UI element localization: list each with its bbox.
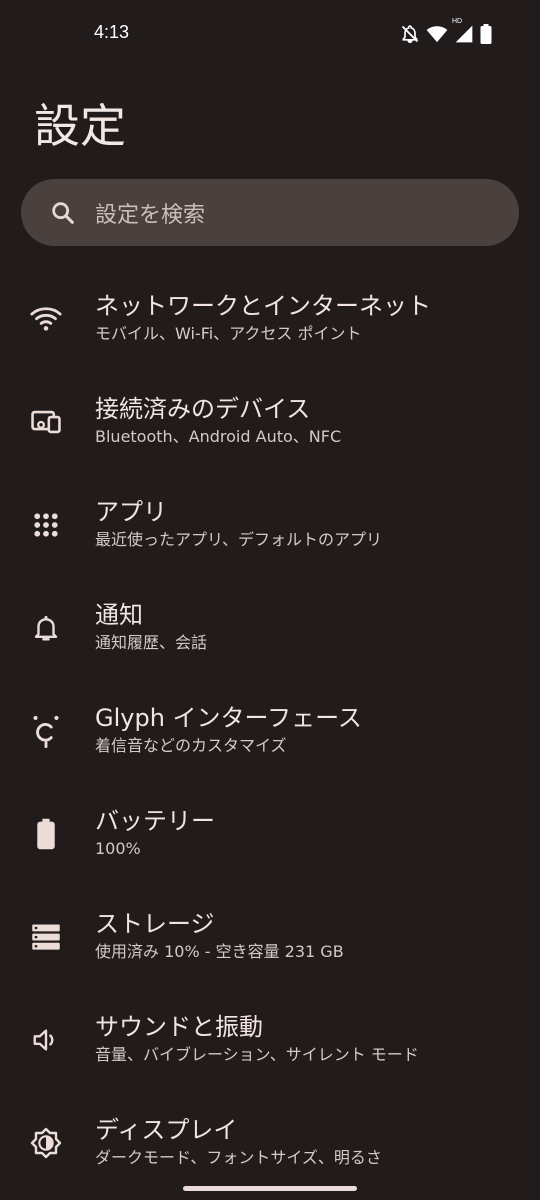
settings-item-subtitle: モバイル、Wi-Fi、アクセス ポイント <box>95 324 362 343</box>
settings-item-subtitle: ダークモード、フォントサイズ、明るさ <box>95 1148 382 1167</box>
settings-item-glyph[interactable]: Glyph インターフェース 着信音などのカスタマイズ <box>0 680 540 783</box>
navigation-handle[interactable] <box>183 1186 357 1191</box>
settings-item-subtitle: 音量、バイブレーション、サイレント モード <box>95 1045 419 1064</box>
settings-item-connected-devices[interactable]: 接続済みのデバイス Bluetooth、Android Auto、NFC <box>0 371 540 474</box>
bell-off-icon <box>400 24 420 44</box>
status-bar: 4:13 HD <box>0 0 540 68</box>
settings-item-network[interactable]: ネットワークとインターネット モバイル、Wi-Fi、アクセス ポイント <box>0 268 540 371</box>
settings-item-title: サウンドと振動 <box>95 1013 263 1041</box>
settings-item-subtitle: 着信音などのカスタマイズ <box>95 736 287 755</box>
settings-item-display[interactable]: ディスプレイ ダークモード、フォントサイズ、明るさ <box>0 1092 540 1195</box>
settings-item-text: Glyph インターフェース 着信音などのカスタマイズ <box>95 702 520 758</box>
settings-item-notifications[interactable]: 通知 通知履歴、会話 <box>0 577 540 680</box>
status-icons: HD <box>400 18 492 44</box>
settings-item-title: ディスプレイ <box>95 1116 238 1144</box>
settings-item-sound[interactable]: サウンドと振動 音量、バイブレーション、サイレント モード <box>0 989 540 1092</box>
status-time: 4:13 <box>94 22 130 42</box>
speaker-icon <box>28 1022 64 1058</box>
settings-item-text: ストレージ 使用済み 10% - 空き容量 231 GB <box>95 908 520 964</box>
settings-list: ネットワークとインターネット モバイル、Wi-Fi、アクセス ポイント 接続済み… <box>0 268 540 1195</box>
settings-item-title: 通知 <box>95 601 143 629</box>
settings-item-subtitle: 通知履歴、会話 <box>95 633 208 652</box>
wifi-icon <box>426 25 448 43</box>
settings-item-text: ネットワークとインターネット モバイル、Wi-Fi、アクセス ポイント <box>95 290 520 346</box>
settings-item-title: アプリ <box>95 498 167 526</box>
connected-devices-icon <box>28 404 64 440</box>
settings-item-text: バッテリー 100% <box>95 805 520 861</box>
page-title: 設定 <box>34 99 126 153</box>
settings-item-title: ストレージ <box>95 910 215 938</box>
glyph-icon <box>28 713 64 749</box>
bell-icon <box>28 610 64 646</box>
settings-item-battery[interactable]: バッテリー 100% <box>0 783 540 886</box>
settings-item-text: 接続済みのデバイス Bluetooth、Android Auto、NFC <box>95 393 520 449</box>
settings-item-text: サウンドと振動 音量、バイブレーション、サイレント モード <box>95 1011 520 1067</box>
settings-item-title: ネットワークとインターネット <box>95 292 431 320</box>
settings-item-title: 接続済みのデバイス <box>95 395 311 423</box>
search-bar[interactable]: 設定を検索 <box>21 179 519 246</box>
wifi-icon <box>28 301 64 337</box>
settings-item-text: ディスプレイ ダークモード、フォントサイズ、明るさ <box>95 1114 520 1170</box>
apps-grid-icon <box>28 507 64 543</box>
search-placeholder: 設定を検索 <box>95 202 206 228</box>
search-icon <box>49 199 77 227</box>
settings-item-subtitle: Bluetooth、Android Auto、NFC <box>95 427 342 446</box>
settings-item-storage[interactable]: ストレージ 使用済み 10% - 空き容量 231 GB <box>0 886 540 989</box>
settings-item-text: アプリ 最近使ったアプリ、デフォルトのアプリ <box>95 496 520 552</box>
settings-item-title: バッテリー <box>95 807 215 835</box>
battery-icon <box>480 24 492 44</box>
settings-item-subtitle: 使用済み 10% - 空き容量 231 GB <box>95 942 344 961</box>
brightness-icon <box>28 1125 64 1161</box>
storage-icon <box>28 919 64 955</box>
settings-item-subtitle: 最近使ったアプリ、デフォルトのアプリ <box>95 530 383 549</box>
settings-item-subtitle: 100% <box>95 839 141 858</box>
settings-item-apps[interactable]: アプリ 最近使ったアプリ、デフォルトのアプリ <box>0 474 540 577</box>
signal-badge: HD <box>452 18 463 25</box>
settings-item-text: 通知 通知履歴、会話 <box>95 599 520 655</box>
settings-item-title: Glyph インターフェース <box>95 704 362 732</box>
battery-icon <box>28 816 64 852</box>
signal-icon: HD <box>452 18 474 44</box>
